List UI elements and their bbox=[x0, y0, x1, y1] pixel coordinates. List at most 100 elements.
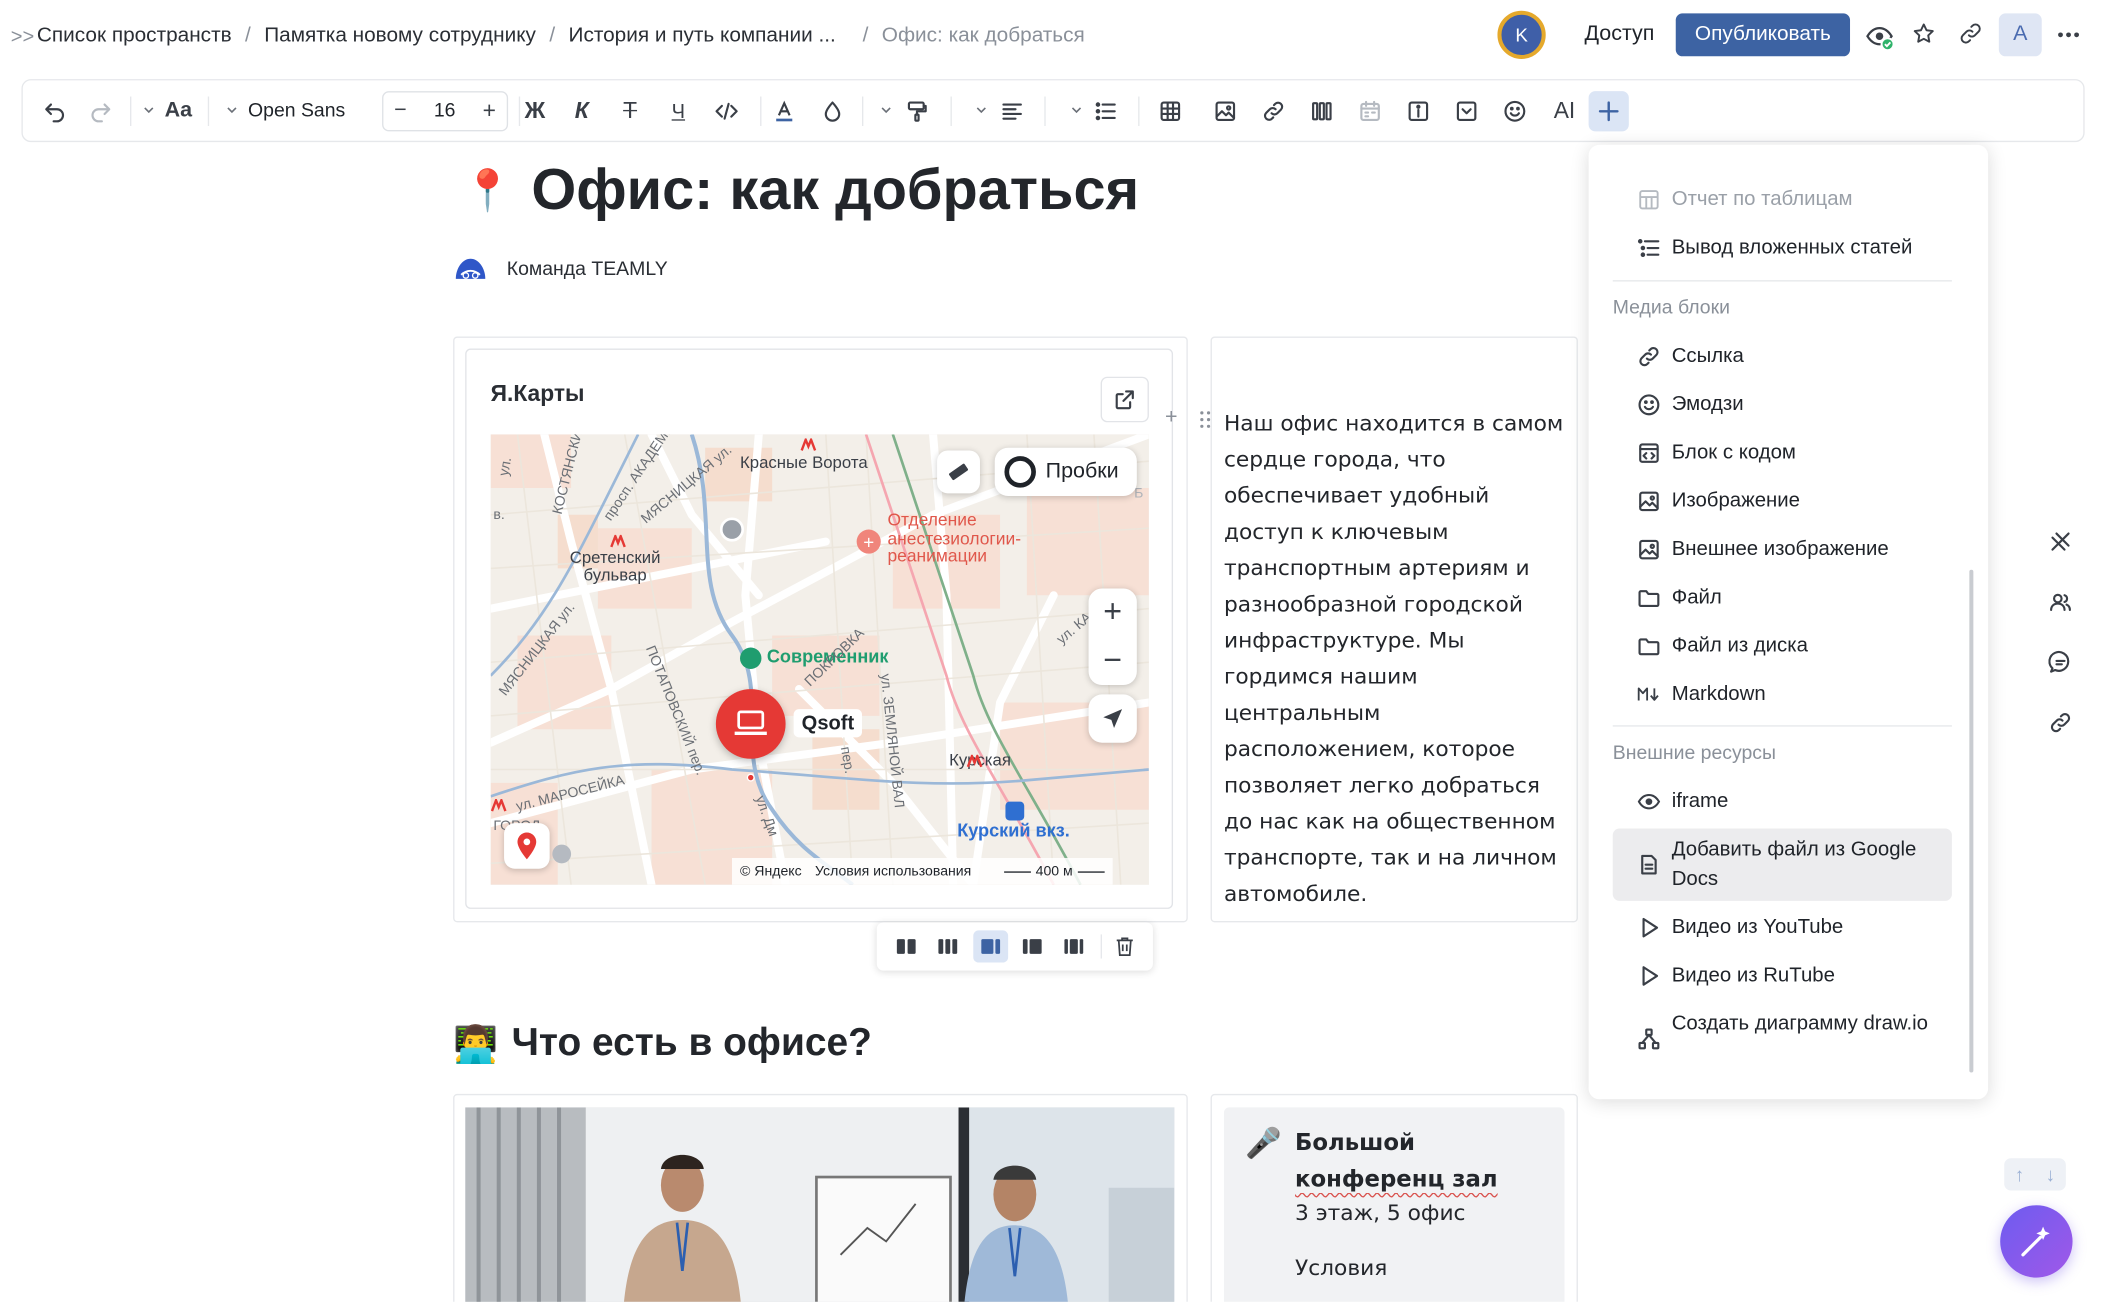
ruler-button[interactable] bbox=[937, 450, 980, 494]
scroll-down-icon[interactable]: ↓ bbox=[2046, 1164, 2055, 1185]
account-avatar[interactable]: A bbox=[1998, 13, 2042, 57]
author-name[interactable]: Команда TEAMLY bbox=[507, 259, 668, 280]
breadcrumb-item-spaces[interactable]: Список пространств bbox=[37, 24, 232, 48]
italic-button[interactable]: К bbox=[566, 95, 598, 127]
more-icon[interactable] bbox=[2055, 21, 2082, 48]
section-title-text[interactable]: Что есть в офисе? bbox=[512, 1022, 872, 1066]
traffic-button[interactable]: Пробки bbox=[994, 447, 1137, 497]
emoji-icon[interactable] bbox=[1499, 95, 1531, 127]
tools-icon[interactable] bbox=[2046, 527, 2075, 556]
align-left-icon[interactable] bbox=[996, 95, 1028, 127]
scroll-arrows[interactable]: ↑ ↓ bbox=[2004, 1158, 2066, 1191]
menu-item-youtube[interactable]: Видео из YouTube bbox=[1613, 913, 1952, 942]
menu-item-table-report[interactable]: Отчет по таблицам bbox=[1613, 185, 1952, 214]
link-icon[interactable] bbox=[2046, 708, 2075, 737]
ai-button[interactable]: AI bbox=[1546, 95, 1584, 127]
font-size-stepper[interactable]: − 16 + bbox=[382, 91, 509, 132]
zoom-in-button[interactable]: + bbox=[1089, 589, 1137, 637]
publish-button[interactable]: Опубликовать bbox=[1675, 13, 1851, 57]
text-style-icon[interactable]: Aa bbox=[160, 95, 198, 127]
menu-item-code-block[interactable]: Блок с кодом bbox=[1613, 438, 1952, 467]
watch-icon[interactable] bbox=[1865, 23, 1895, 52]
conference-room-card[interactable]: 🎤 Большой конференц зал 3 этаж, 5 офис Ус… bbox=[1223, 1107, 1565, 1302]
zoom-out-button[interactable]: − bbox=[1089, 637, 1137, 685]
redo-icon[interactable] bbox=[84, 95, 116, 127]
layout-wide-right-icon[interactable] bbox=[1019, 934, 1046, 958]
scroll-up-icon[interactable]: ↑ bbox=[2015, 1164, 2024, 1185]
office-photo[interactable] bbox=[465, 1107, 1175, 1302]
layout-wide-left-icon[interactable] bbox=[973, 930, 1009, 963]
calendar-icon[interactable] bbox=[1354, 95, 1386, 127]
menu-item-nested-articles[interactable]: Вывод вложенных статей bbox=[1613, 233, 1952, 262]
image-icon[interactable] bbox=[1209, 95, 1241, 127]
menu-item-emoji[interactable]: Эмодзи bbox=[1613, 390, 1952, 419]
open-external-button[interactable] bbox=[1100, 376, 1149, 423]
office-label[interactable]: Qsoft bbox=[793, 709, 863, 738]
menu-item-google-docs[interactable]: Добавить файл из Google Docs bbox=[1612, 828, 1952, 901]
section-title[interactable]: 👨‍💻 Что есть в офисе? bbox=[453, 1022, 872, 1066]
breadcrumb-item-history[interactable]: История и путь компании ... bbox=[569, 24, 836, 48]
menu-item-markdown[interactable]: Markdown bbox=[1613, 680, 1952, 709]
comments-icon[interactable] bbox=[2046, 648, 2075, 677]
undo-icon[interactable] bbox=[39, 95, 71, 127]
menu-scrollbar[interactable] bbox=[1969, 569, 1974, 1073]
bullet-list-icon[interactable] bbox=[1090, 95, 1122, 127]
menu-item-rutube[interactable]: Видео из RuTube bbox=[1613, 961, 1952, 990]
font-size-value[interactable]: 16 bbox=[434, 101, 456, 122]
layout-wide-center-icon[interactable] bbox=[1060, 934, 1087, 958]
yandex-map[interactable]: Красные Ворота Сретенский бульвар Отделен… bbox=[490, 434, 1149, 885]
office-pin[interactable] bbox=[715, 689, 786, 759]
link-icon[interactable] bbox=[1959, 21, 1983, 45]
text-color-icon[interactable] bbox=[768, 95, 800, 127]
insert-plus-button[interactable] bbox=[1588, 91, 1629, 132]
underline-button[interactable]: Ч bbox=[662, 95, 694, 127]
menu-item-file-from-disk[interactable]: Файл из диска bbox=[1613, 631, 1952, 660]
info-icon[interactable] bbox=[1402, 95, 1434, 127]
menu-item-image[interactable]: Изображение bbox=[1613, 487, 1952, 516]
sidebar-toggle-icon[interactable]: >> bbox=[11, 25, 35, 48]
chevron-down-icon[interactable] bbox=[143, 105, 154, 116]
layout-two-equal-icon[interactable] bbox=[893, 934, 920, 958]
office-description[interactable]: Наш офис находится в самом сердце города… bbox=[1224, 405, 1570, 912]
menu-item-external-image[interactable]: Внешнее изображение bbox=[1613, 535, 1952, 564]
map-copyright[interactable]: © Яндекс bbox=[740, 863, 802, 879]
format-painter-icon[interactable] bbox=[901, 95, 933, 127]
bold-button[interactable]: Ж bbox=[519, 95, 551, 127]
font-size-decrease-button[interactable]: − bbox=[394, 99, 407, 123]
menu-item-file[interactable]: Файл bbox=[1613, 583, 1952, 612]
map-terms-link[interactable]: Условия использования bbox=[815, 863, 971, 879]
access-button[interactable]: Доступ bbox=[1569, 13, 1671, 56]
toggle-block-icon[interactable] bbox=[1451, 95, 1483, 127]
menu-item-link[interactable]: Ссылка bbox=[1613, 342, 1952, 371]
strikethrough-button[interactable]: Т bbox=[614, 95, 646, 127]
highlight-icon[interactable] bbox=[816, 95, 848, 127]
conference-room-conditions[interactable]: Условия bbox=[1295, 1255, 1387, 1280]
geolocation-button[interactable] bbox=[1088, 694, 1137, 743]
user-avatar[interactable]: K bbox=[1497, 10, 1546, 59]
chevron-down-icon[interactable] bbox=[227, 105, 238, 116]
settings-gear-icon[interactable] bbox=[552, 844, 572, 864]
star-icon[interactable] bbox=[1912, 21, 1936, 45]
conference-room-title[interactable]: Большой конференц зал bbox=[1295, 1126, 1498, 1198]
page-title[interactable]: 📍 Офис: как добраться bbox=[463, 158, 1140, 224]
table-icon[interactable] bbox=[1154, 95, 1186, 127]
conference-room-location[interactable]: 3 этаж, 5 офис bbox=[1295, 1200, 1465, 1225]
link-icon[interactable] bbox=[1257, 95, 1289, 127]
users-icon[interactable] bbox=[2046, 587, 2075, 616]
chevron-down-icon[interactable] bbox=[881, 105, 892, 116]
breadcrumb-item-memo[interactable]: Памятка новому сотруднику bbox=[264, 24, 536, 48]
columns-icon[interactable] bbox=[1306, 95, 1338, 127]
ai-assistant-button[interactable] bbox=[2000, 1205, 2073, 1278]
page-title-text[interactable]: Офис: как добраться bbox=[531, 158, 1139, 224]
add-block-icon[interactable]: + bbox=[1165, 406, 1178, 430]
chevron-down-icon[interactable] bbox=[1071, 105, 1082, 116]
yandex-pin-button[interactable] bbox=[504, 823, 550, 869]
font-size-increase-button[interactable]: + bbox=[483, 98, 496, 125]
inline-code-icon[interactable] bbox=[711, 95, 743, 127]
chevron-down-icon[interactable] bbox=[976, 105, 987, 116]
trash-icon[interactable] bbox=[1111, 934, 1138, 958]
menu-item-drawio[interactable]: Создать диаграмму draw.io bbox=[1613, 1009, 1952, 1068]
layout-three-icon[interactable] bbox=[934, 934, 961, 958]
menu-item-iframe[interactable]: iframe bbox=[1613, 787, 1952, 816]
font-family-select[interactable]: Open Sans bbox=[248, 97, 345, 126]
